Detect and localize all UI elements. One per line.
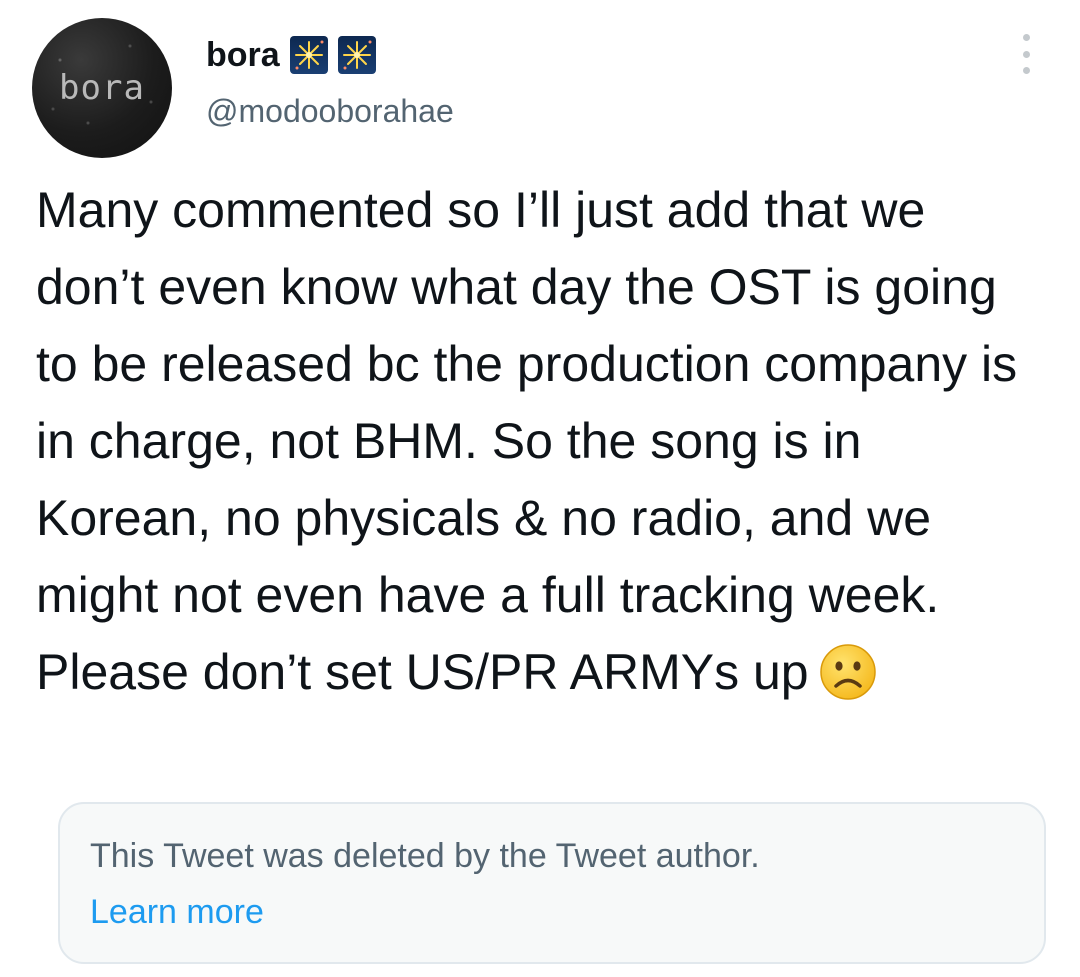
tweet: bora bora @modooborahae Many commented s… bbox=[0, 0, 1080, 977]
dot bbox=[1022, 67, 1030, 74]
avatar-text: bora bbox=[59, 68, 145, 108]
avatar[interactable]: bora bbox=[32, 18, 172, 158]
fireworks-emoji-icon bbox=[289, 36, 328, 74]
dot bbox=[1022, 50, 1030, 58]
frowning-face-emoji-icon bbox=[819, 643, 877, 701]
tweet-body: Many commented so I’ll just add that we … bbox=[36, 182, 1018, 700]
tweet-text: Many commented so I’ll just add that we … bbox=[36, 172, 1046, 711]
display-name[interactable]: bora bbox=[206, 36, 280, 75]
deleted-message: This Tweet was deleted by the Tweet auth… bbox=[90, 837, 760, 875]
deleted-quoted-tweet-card[interactable]: This Tweet was deleted by the Tweet auth… bbox=[58, 802, 1046, 964]
user-handle[interactable]: @modooborahae bbox=[206, 93, 454, 130]
learn-more-link[interactable]: Learn more bbox=[90, 890, 264, 934]
fireworks-emoji-icon bbox=[337, 36, 376, 74]
more-options-icon[interactable] bbox=[1012, 34, 1040, 74]
author-name-row: bora bbox=[206, 30, 376, 80]
dot bbox=[1022, 34, 1030, 41]
